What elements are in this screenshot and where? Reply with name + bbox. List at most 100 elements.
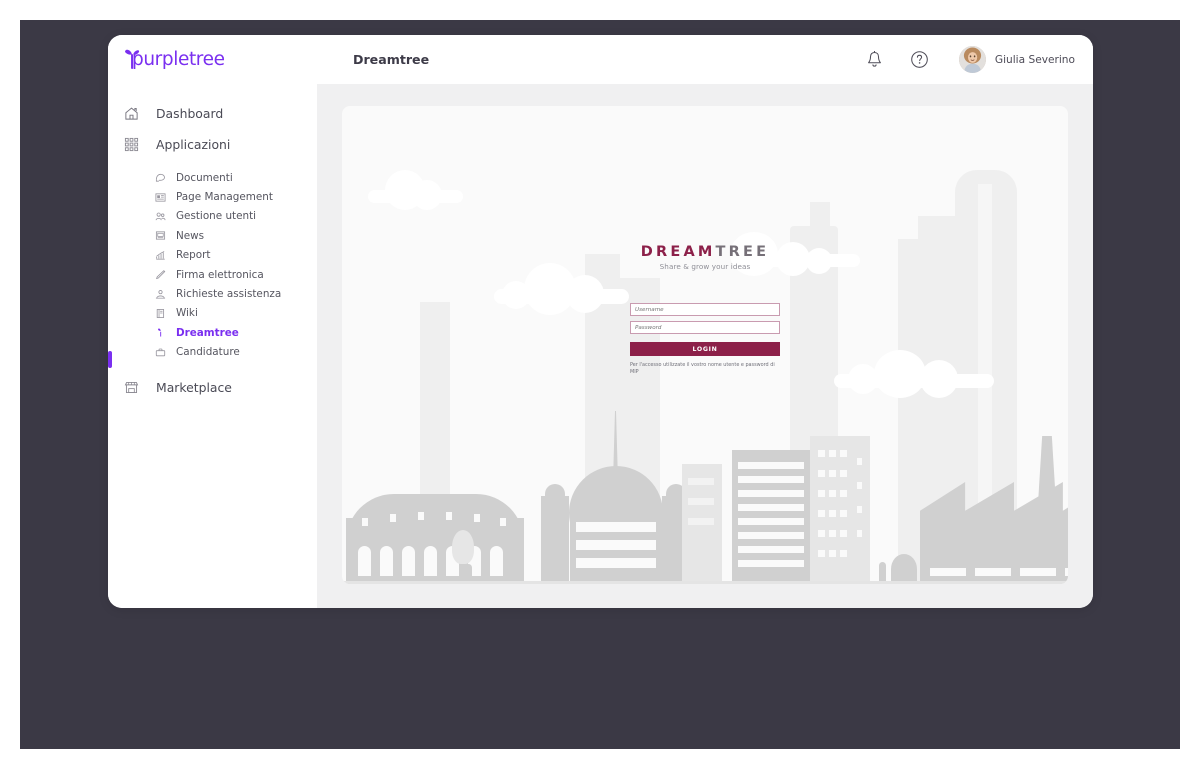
- cloud: [834, 350, 994, 398]
- password-input[interactable]: [630, 321, 780, 334]
- wiki-book-icon: [154, 308, 167, 319]
- sidebar-item-wiki[interactable]: Wiki: [108, 304, 317, 323]
- building-window: [857, 458, 862, 465]
- tower-stripe: [738, 490, 804, 497]
- page-title: Dreamtree: [353, 52, 430, 67]
- colosseum-window: [446, 512, 452, 520]
- colosseum-window: [474, 514, 480, 522]
- building-window: [840, 450, 847, 457]
- colosseum-arch: [358, 546, 371, 576]
- building-window: [818, 490, 825, 497]
- building-window: [818, 510, 825, 517]
- building-window: [857, 482, 862, 489]
- colosseum-window: [500, 518, 506, 526]
- sidebar-item-news[interactable]: News: [108, 226, 317, 245]
- username-input[interactable]: [630, 303, 780, 316]
- building-window: [829, 530, 836, 537]
- building-window: [818, 530, 825, 537]
- mid-building-stripe: [688, 498, 714, 505]
- sidebar-item-candidature[interactable]: Candidature: [108, 343, 317, 362]
- topbar: Dreamtree Giulia Severino: [317, 35, 1093, 84]
- sidebar-item-label: Dreamtree: [176, 326, 239, 339]
- building-window: [829, 490, 836, 497]
- factory-window: [930, 568, 966, 576]
- bell-icon[interactable]: [865, 50, 884, 69]
- tree-foliage: [891, 554, 917, 584]
- news-icon: [154, 230, 167, 241]
- login-hint-text: Per l'accesso utilizzate il vostro nome …: [630, 362, 775, 376]
- pen-signature-icon: [154, 269, 167, 280]
- colosseum-window: [418, 512, 424, 520]
- sidebar-item-label: Wiki: [176, 307, 198, 320]
- active-item-indicator: [108, 351, 112, 368]
- colosseum-window: [390, 514, 396, 522]
- dreamtree-sprout-icon: [154, 327, 167, 338]
- sidebar-item-label: Report: [176, 249, 211, 262]
- content-area: DREAMTREE Share & grow your ideas LOGIN …: [317, 84, 1093, 608]
- sidebar-item-report[interactable]: Report: [108, 246, 317, 265]
- dome-tower-left: [541, 496, 569, 584]
- sidebar: purpletree Dashboard Applicazioni Docume…: [108, 35, 317, 608]
- building-window: [829, 450, 836, 457]
- colosseum-arch: [490, 546, 503, 576]
- avatar: [958, 46, 986, 73]
- tower-window: [550, 538, 555, 546]
- sidebar-item-richieste-assistenza[interactable]: Richieste assistenza: [108, 284, 317, 303]
- building-window: [818, 550, 825, 557]
- tower-window: [672, 518, 677, 526]
- sidebar-item-firma-elettronica[interactable]: Firma elettronica: [108, 265, 317, 284]
- tower-stripe: [738, 560, 804, 567]
- dome-tower-left-cap: [545, 484, 565, 504]
- sidebar-item-marketplace[interactable]: Marketplace: [108, 372, 317, 403]
- tower-window: [672, 538, 677, 546]
- question-circle-icon[interactable]: [910, 50, 929, 69]
- wordmark-dream: DREAM: [640, 244, 716, 260]
- purpletree-leaf-icon: [123, 48, 141, 72]
- building-window: [840, 530, 847, 537]
- home-icon: [124, 106, 146, 121]
- sidebar-item-dashboard[interactable]: Dashboard: [108, 98, 317, 129]
- tree-foliage: [452, 530, 474, 564]
- sidebar-item-label: Marketplace: [156, 379, 232, 395]
- colosseum-arch: [380, 546, 393, 576]
- sidebar-item-label: Dashboard: [156, 106, 224, 121]
- background-tower: [898, 239, 920, 584]
- sidebar-item-label: Firma elettronica: [176, 268, 264, 281]
- colosseum-arch: [402, 546, 415, 576]
- report-chart-icon: [154, 250, 167, 261]
- sidebar-subitems: Documenti Page Management Gestione utent…: [108, 168, 317, 362]
- tower-stripe: [738, 504, 804, 511]
- sidebar-item-dreamtree[interactable]: Dreamtree: [108, 323, 317, 342]
- app-logo[interactable]: purpletree: [108, 35, 317, 84]
- login-button[interactable]: LOGIN: [630, 342, 780, 356]
- building-window: [840, 470, 847, 477]
- colosseum-window: [362, 518, 368, 526]
- building-window: [840, 490, 847, 497]
- main-column: Dreamtree Giulia Severino DREAMTREE Shar…: [317, 35, 1093, 608]
- sidebar-item-gestione-utenti[interactable]: Gestione utenti: [108, 207, 317, 226]
- sidebar-item-label: Gestione utenti: [176, 210, 257, 223]
- tower-stripe: [738, 462, 804, 469]
- sidebar-item-page-management[interactable]: Page Management: [108, 187, 317, 206]
- tower-stripe: [738, 546, 804, 553]
- factory-window: [975, 568, 1011, 576]
- tower-window: [672, 558, 677, 566]
- sidebar-item-applicazioni[interactable]: Applicazioni: [108, 129, 317, 160]
- sidebar-item-label: News: [176, 229, 205, 242]
- tower-window: [550, 558, 555, 566]
- sidebar-item-documenti[interactable]: Documenti: [108, 168, 317, 187]
- briefcase-icon: [154, 347, 167, 358]
- app-logo-text: purpletree: [132, 49, 225, 70]
- tagline: Share & grow your ideas: [659, 262, 751, 271]
- colosseum-arch: [424, 546, 437, 576]
- dreamtree-login-card: DREAMTREE Share & grow your ideas LOGIN …: [342, 106, 1068, 584]
- building-window: [857, 530, 862, 537]
- building-window: [840, 550, 847, 557]
- user-menu[interactable]: Giulia Severino: [958, 46, 1075, 73]
- desktop-background: purpletree Dashboard Applicazioni Docume…: [20, 20, 1180, 749]
- sidebar-nav: Dashboard Applicazioni Documenti Page Ma…: [108, 84, 317, 403]
- sidebar-item-label: Richieste assistenza: [176, 288, 282, 301]
- building-window: [857, 506, 862, 513]
- wordmark-tree: TREE: [715, 244, 770, 260]
- page-management-icon: [154, 192, 167, 203]
